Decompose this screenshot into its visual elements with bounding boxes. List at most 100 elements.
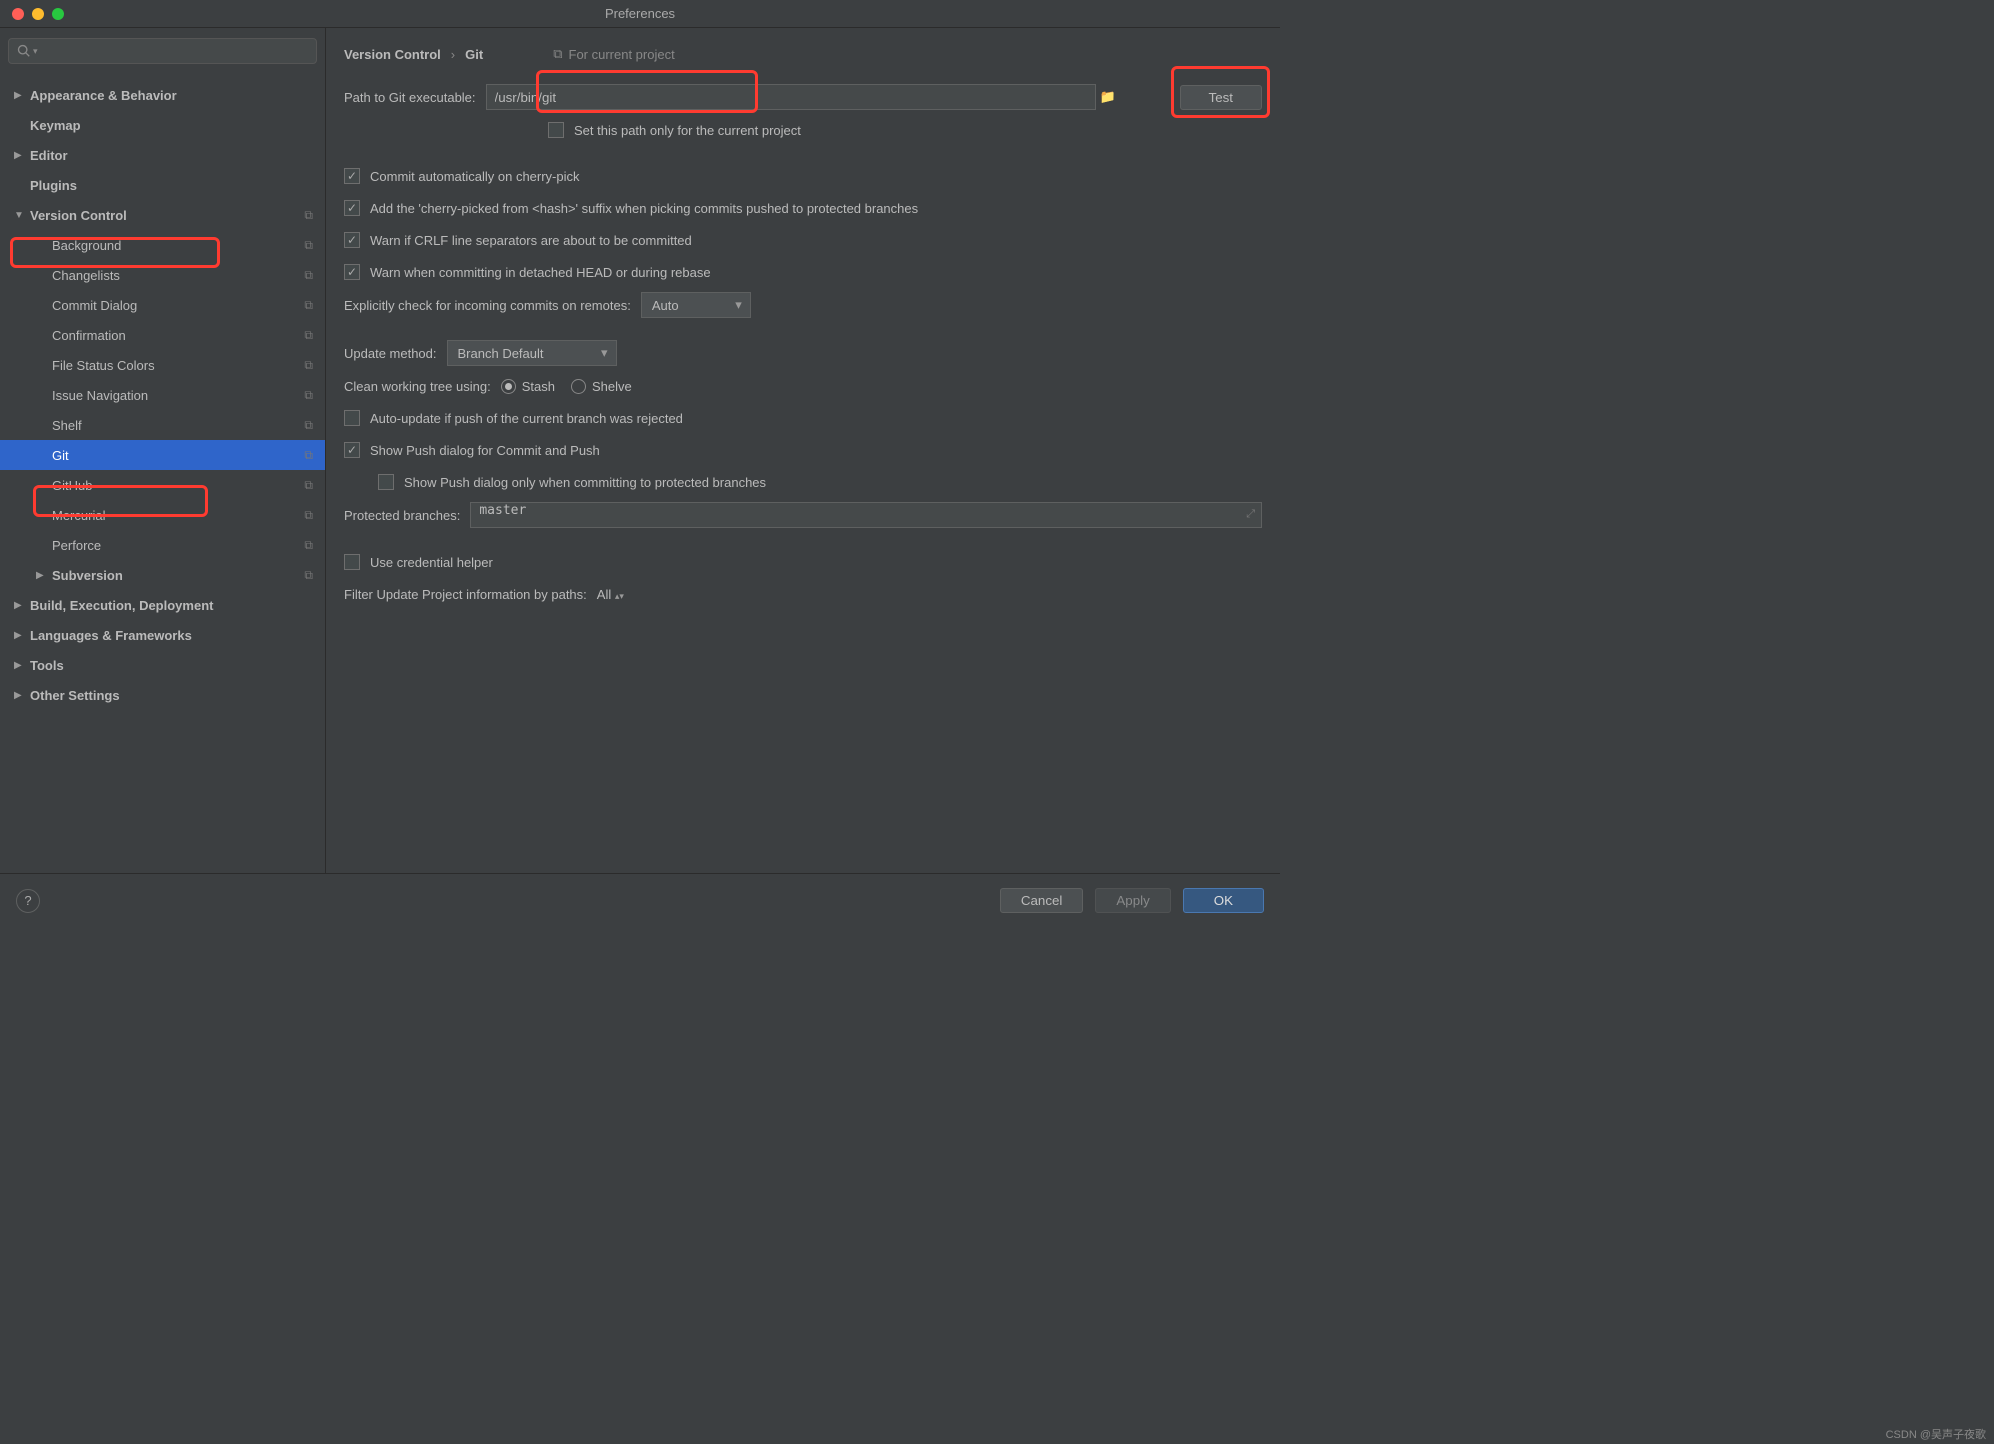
explicit-check-select[interactable]: Auto: [641, 292, 751, 318]
sidebar-item-label: File Status Colors: [52, 358, 155, 373]
copy-icon: ⧉: [304, 358, 313, 373]
window-title: Preferences: [605, 6, 675, 21]
sidebar-item-label: Changelists: [52, 268, 120, 283]
sidebar-item-label: Background: [52, 238, 121, 253]
path-label: Path to Git executable:: [344, 90, 476, 105]
project-scope-tag: ⧉ For current project: [553, 46, 675, 62]
stash-label: Stash: [522, 379, 555, 394]
filter-paths-label: Filter Update Project information by pat…: [344, 587, 587, 602]
sidebar-item-label: Perforce: [52, 538, 101, 553]
copy-icon: ⧉: [304, 568, 313, 583]
breadcrumb-separator: ›: [451, 47, 455, 62]
explicit-check-label: Explicitly check for incoming commits on…: [344, 298, 631, 313]
sidebar-item-tools[interactable]: ▶Tools: [0, 650, 325, 680]
sidebar-item-plugins[interactable]: Plugins: [0, 170, 325, 200]
stash-radio[interactable]: [501, 379, 516, 394]
sidebar-item-label: Subversion: [52, 568, 123, 583]
sidebar-item-label: Keymap: [30, 118, 81, 133]
protected-branches-input[interactable]: master ⤢: [470, 502, 1262, 528]
copy-icon: ⧉: [304, 418, 313, 433]
detached-warn-label: Warn when committing in detached HEAD or…: [370, 265, 711, 280]
copy-icon: ⧉: [304, 268, 313, 283]
sidebar-item-keymap[interactable]: Keymap: [0, 110, 325, 140]
copy-icon: ⧉: [304, 238, 313, 253]
sidebar-item-background[interactable]: Background ⧉: [0, 230, 325, 260]
credential-helper-checkbox[interactable]: [344, 554, 360, 570]
sidebar-item-label: Mercurial: [52, 508, 105, 523]
copy-icon: ⧉: [304, 298, 313, 313]
sidebar-item-editor[interactable]: ▶Editor: [0, 140, 325, 170]
copy-icon: ⧉: [304, 538, 313, 553]
sidebar-item-changelists[interactable]: Changelists ⧉: [0, 260, 325, 290]
browse-folder-icon[interactable]: 📁: [1100, 89, 1118, 105]
sidebar-item-build-execution-deployment[interactable]: ▶Build, Execution, Deployment: [0, 590, 325, 620]
sidebar-item-label: Languages & Frameworks: [30, 628, 192, 643]
sidebar-item-version-control[interactable]: ▼Version Control⧉: [0, 200, 325, 230]
sidebar-item-label: Editor: [30, 148, 68, 163]
clean-tree-label: Clean working tree using:: [344, 379, 491, 394]
ok-button[interactable]: OK: [1183, 888, 1264, 913]
sidebar-item-label: Appearance & Behavior: [30, 88, 177, 103]
chevron-right-icon: ▶: [14, 600, 24, 611]
sidebar-item-label: Version Control: [30, 208, 127, 223]
sidebar-item-languages-frameworks[interactable]: ▶ Languages & Frameworks: [0, 620, 325, 650]
sidebar-item-commit-dialog[interactable]: Commit Dialog⧉: [0, 290, 325, 320]
chevron-right-icon: ▶: [36, 570, 46, 581]
sidebar-item-perforce[interactable]: Perforce ⧉: [0, 530, 325, 560]
cancel-button[interactable]: Cancel: [1000, 888, 1084, 913]
cherry-suffix-checkbox[interactable]: [344, 200, 360, 216]
autoupdate-checkbox[interactable]: [344, 410, 360, 426]
commit-auto-checkbox[interactable]: [344, 168, 360, 184]
update-method-select[interactable]: Branch Default: [447, 340, 617, 366]
up-down-icon: ▴▾: [615, 591, 624, 601]
test-button[interactable]: Test: [1180, 85, 1262, 110]
apply-button[interactable]: Apply: [1095, 888, 1170, 913]
help-button[interactable]: ?: [16, 889, 40, 913]
close-window-button[interactable]: [12, 8, 24, 20]
show-push-protected-label: Show Push dialog only when committing to…: [404, 475, 766, 490]
sidebar-item-label: Git: [52, 448, 69, 463]
sidebar-item-subversion[interactable]: ▶ Subversion ⧉: [0, 560, 325, 590]
maximize-window-button[interactable]: [52, 8, 64, 20]
filter-paths-value[interactable]: All ▴▾: [597, 587, 624, 602]
sidebar-item-file-status-colors[interactable]: File Status Colors ⧉: [0, 350, 325, 380]
copy-icon: ⧉: [304, 328, 313, 343]
chevron-right-icon: ▶: [14, 690, 24, 701]
chevron-right-icon: ▶: [14, 630, 24, 641]
settings-tree: ▶Appearance & BehaviorKeymap▶EditorPlugi…: [0, 74, 325, 873]
credential-helper-label: Use credential helper: [370, 555, 493, 570]
sidebar-item-other-settings[interactable]: ▶Other Settings: [0, 680, 325, 710]
sidebar-item-github[interactable]: GitHub⧉: [0, 470, 325, 500]
titlebar: Preferences: [0, 0, 1280, 28]
watermark: CSDN @吴声子夜歌: [1886, 1426, 1986, 1442]
protected-branches-label: Protected branches:: [344, 508, 460, 523]
shelve-radio[interactable]: [571, 379, 586, 394]
breadcrumb-git: Git: [465, 47, 483, 62]
sidebar-item-issue-navigation[interactable]: Issue Navigation⧉: [0, 380, 325, 410]
copy-icon: ⧉: [304, 448, 313, 463]
sidebar-item-git[interactable]: Git ⧉: [0, 440, 325, 470]
sidebar-item-label: Confirmation: [52, 328, 126, 343]
show-push-checkbox[interactable]: [344, 442, 360, 458]
set-path-project-checkbox[interactable]: [548, 122, 564, 138]
minimize-window-button[interactable]: [32, 8, 44, 20]
sidebar-item-label: GitHub: [52, 478, 92, 493]
sidebar-item-label: Issue Navigation: [52, 388, 148, 403]
chevron-right-icon: ▶: [14, 90, 24, 101]
detached-warn-checkbox[interactable]: [344, 264, 360, 280]
sidebar-item-shelf[interactable]: Shelf⧉: [0, 410, 325, 440]
crlf-warn-checkbox[interactable]: [344, 232, 360, 248]
expand-icon[interactable]: ⤢: [1246, 507, 1255, 521]
sidebar-item-confirmation[interactable]: Confirmation ⧉: [0, 320, 325, 350]
search-icon: [17, 44, 31, 58]
sidebar-item-mercurial[interactable]: Mercurial⧉: [0, 500, 325, 530]
breadcrumb: Version Control › Git ⧉ For current proj…: [344, 46, 1262, 62]
content-panel: Version Control › Git ⧉ For current proj…: [326, 28, 1280, 873]
crlf-warn-label: Warn if CRLF line separators are about t…: [370, 233, 692, 248]
show-push-protected-checkbox[interactable]: [378, 474, 394, 490]
sidebar-item-label: Tools: [30, 658, 64, 673]
breadcrumb-version-control[interactable]: Version Control: [344, 47, 441, 62]
git-path-input[interactable]: [486, 84, 1096, 110]
search-input[interactable]: ▾: [8, 38, 317, 64]
sidebar-item-appearance-behavior[interactable]: ▶ Appearance & Behavior: [0, 80, 325, 110]
